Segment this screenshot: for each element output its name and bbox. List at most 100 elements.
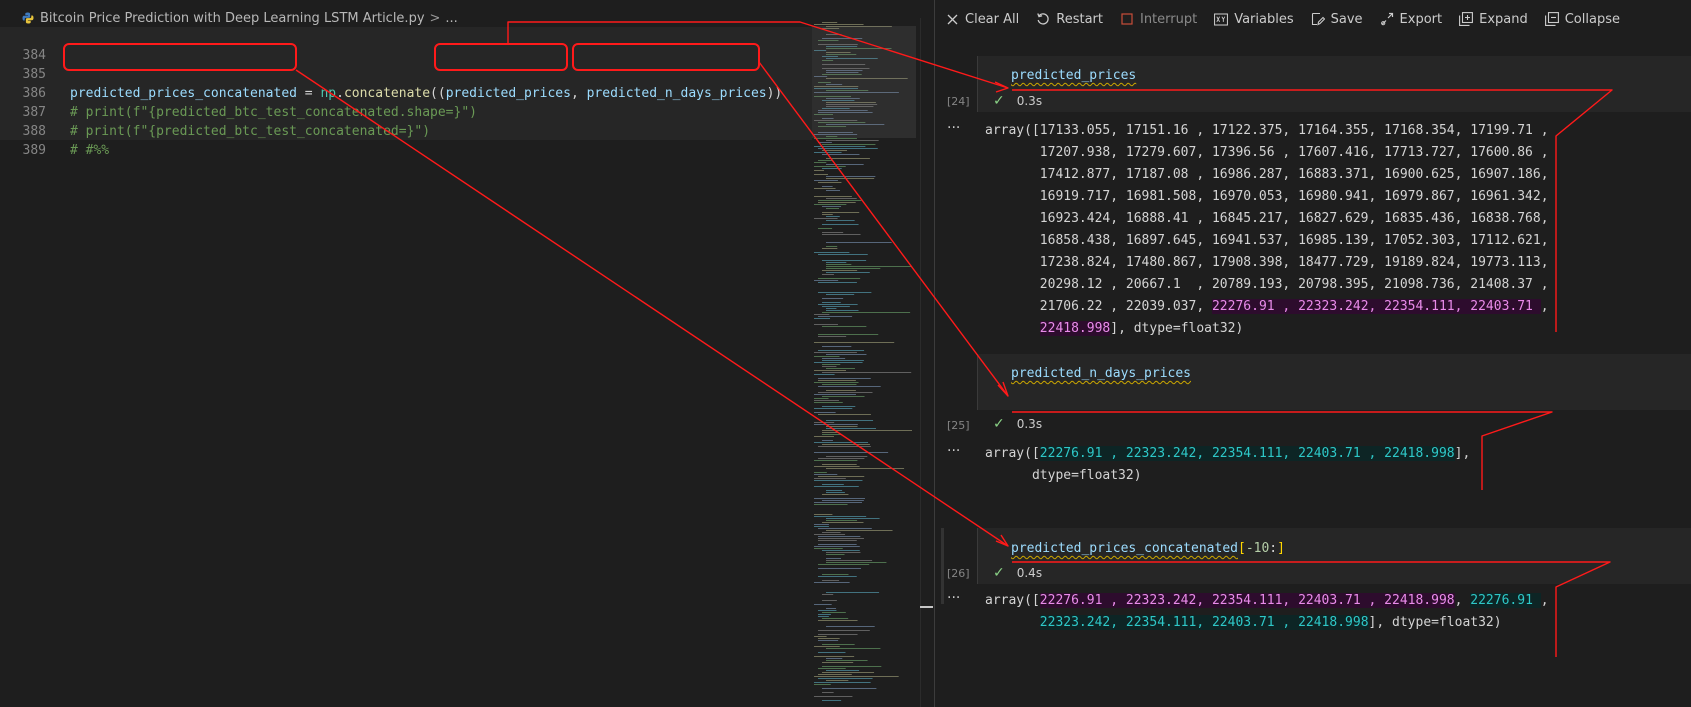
minimap-line bbox=[818, 458, 865, 459]
collapse-button[interactable]: Collapse bbox=[1544, 12, 1620, 27]
scrollbar-position-marker bbox=[920, 606, 933, 608]
minimap-line bbox=[814, 218, 838, 219]
output-actions-icon[interactable]: ··· bbox=[947, 120, 960, 136]
minimap-line bbox=[826, 190, 841, 191]
minimap-line bbox=[822, 360, 864, 361]
export-button[interactable]: Export bbox=[1380, 12, 1442, 27]
cell-25-input[interactable] bbox=[977, 354, 1691, 410]
minimap-line bbox=[814, 342, 895, 343]
check-icon: ✓ bbox=[993, 565, 1005, 581]
minimap-line bbox=[826, 680, 849, 681]
minimap-line bbox=[826, 368, 855, 369]
interrupt-button[interactable]: Interrupt bbox=[1120, 12, 1197, 27]
expand-button[interactable]: Expand bbox=[1459, 12, 1528, 27]
cell-status: ✓ 0.3s bbox=[993, 93, 1043, 109]
minimap-line bbox=[822, 186, 833, 187]
minimap-line bbox=[814, 394, 856, 395]
code-line-388[interactable]: 388 # #%% bbox=[0, 103, 110, 158]
token-np: np bbox=[320, 86, 337, 101]
minimap-line bbox=[826, 426, 858, 427]
minimap-line bbox=[826, 608, 837, 609]
interactive-window[interactable]: Clear All Restart Interrupt Variables Sa… bbox=[935, 0, 1691, 707]
cell-26-input[interactable] bbox=[977, 528, 1691, 584]
code-lines[interactable]: 384 385 predicted_prices_concatenated = … bbox=[0, 27, 812, 158]
cell-24-input[interactable] bbox=[977, 56, 1691, 112]
minimap-line bbox=[814, 196, 852, 197]
minimap-line bbox=[814, 682, 871, 683]
breadcrumb-symbols[interactable]: ... bbox=[445, 11, 457, 26]
minimap-line bbox=[826, 308, 837, 309]
minimap-line bbox=[822, 464, 857, 465]
editor-scrollbar[interactable] bbox=[920, 18, 934, 707]
minimap-line bbox=[814, 472, 827, 473]
cell-26-code[interactable]: predicted_prices_concatenated[-10:] bbox=[1011, 541, 1285, 556]
code-line-386[interactable]: 386 # print(f"{predicted_btc_test_concat… bbox=[0, 65, 477, 120]
variables-button[interactable]: Variables bbox=[1214, 12, 1294, 27]
minimap-line bbox=[814, 24, 864, 25]
minimap-line bbox=[814, 474, 838, 475]
code-line-384[interactable]: 384 bbox=[0, 27, 47, 63]
minimap-line bbox=[814, 480, 863, 481]
minimap-line bbox=[826, 562, 887, 563]
code-line-385[interactable]: 385 predicted_prices_concatenated = np.c… bbox=[0, 46, 783, 101]
clear-all-button[interactable]: Clear All bbox=[945, 12, 1019, 27]
minimap-line bbox=[822, 396, 865, 397]
minimap-line bbox=[826, 520, 858, 521]
minimap-line bbox=[822, 692, 834, 693]
minimap-line bbox=[826, 268, 881, 269]
minimap-line bbox=[826, 456, 868, 457]
minimap-line bbox=[822, 366, 837, 367]
minimap-line bbox=[826, 468, 905, 469]
minimap-line bbox=[822, 434, 841, 435]
minimap-line bbox=[814, 502, 862, 503]
restart-button[interactable]: Restart bbox=[1036, 12, 1103, 27]
minimap-line bbox=[826, 294, 855, 295]
minimap-line bbox=[826, 178, 875, 179]
minimap-line bbox=[814, 166, 846, 167]
check-icon: ✓ bbox=[993, 416, 1005, 432]
export-icon bbox=[1380, 12, 1394, 26]
breadcrumb-file[interactable]: Bitcoin Price Prediction with Deep Learn… bbox=[40, 11, 425, 26]
minimap-line bbox=[822, 326, 867, 327]
minimap-line bbox=[822, 580, 840, 581]
minimap-line bbox=[826, 660, 868, 661]
minimap-line bbox=[822, 644, 855, 645]
cell-24-code[interactable]: predicted_prices bbox=[1011, 68, 1136, 83]
minimap-line bbox=[818, 544, 857, 545]
code-line-389[interactable]: 389 bbox=[0, 122, 47, 158]
minimap-line bbox=[822, 248, 838, 249]
minimap-line bbox=[826, 492, 845, 493]
minimap-line bbox=[826, 420, 874, 421]
minimap-line bbox=[822, 700, 842, 701]
minimap-line bbox=[814, 170, 825, 171]
minimap-line bbox=[826, 242, 892, 243]
minimap-line bbox=[822, 444, 870, 445]
highlight-n-days-values: 22276.91 , 22323.242, 22354.111, 22403.7… bbox=[1039, 446, 1455, 461]
save-button[interactable]: Save bbox=[1311, 12, 1363, 27]
minimap-line bbox=[818, 292, 872, 293]
highlight-n-days-values: 22323.242, 22354.111, 22403.71 , 22418.9… bbox=[1039, 615, 1369, 630]
minimap-line bbox=[822, 662, 854, 663]
minimap-line bbox=[814, 398, 829, 399]
minimap-line bbox=[822, 312, 911, 313]
minimap-line bbox=[826, 354, 867, 355]
minimap-line bbox=[818, 614, 831, 615]
minimap-line bbox=[814, 146, 866, 147]
output-actions-icon[interactable]: ··· bbox=[947, 590, 960, 606]
minimap-line bbox=[814, 402, 843, 403]
highlight-appended-values: 22418.998 bbox=[1039, 321, 1111, 336]
minimap-line bbox=[826, 552, 861, 553]
code-editor[interactable]: Bitcoin Price Prediction with Deep Learn… bbox=[0, 0, 934, 707]
minimap-viewport-slider[interactable] bbox=[812, 26, 916, 138]
cell-25-code[interactable]: predicted_n_days_prices bbox=[1011, 366, 1191, 381]
minimap-line bbox=[818, 414, 871, 415]
minimap-line bbox=[814, 356, 840, 357]
minimap-line bbox=[814, 180, 838, 181]
minimap-line bbox=[822, 484, 844, 485]
minimap-line bbox=[826, 266, 912, 267]
code-line-387[interactable]: 387 # print(f"{predicted_btc_test_concat… bbox=[0, 84, 431, 139]
minimap-line bbox=[814, 422, 835, 423]
output-actions-icon[interactable]: ··· bbox=[947, 443, 960, 459]
minimap-line bbox=[822, 302, 841, 303]
minimap-line bbox=[822, 306, 850, 307]
